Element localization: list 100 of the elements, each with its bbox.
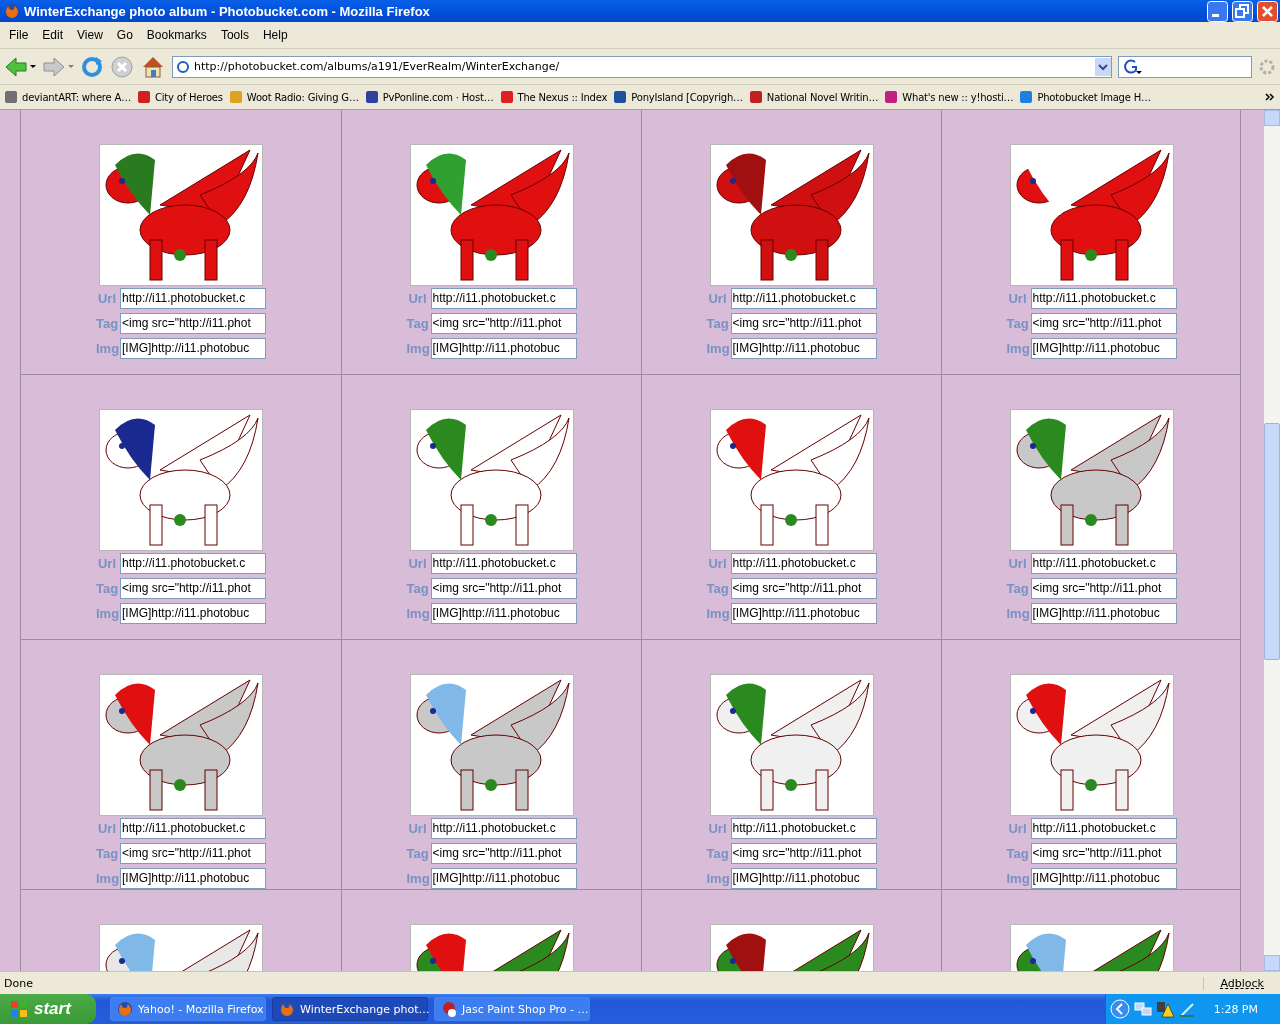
taskbar-button[interactable]: Jasc Paint Shop Pro - … [434,997,590,1021]
code-field[interactable]: <img src="http://i11.phot [120,843,266,864]
bookmark-item[interactable]: Photobucket Image H… [1019,90,1151,104]
address-field[interactable]: http://photobucket.com/albums/a191/EverRealm/WinterExchange/ [172,55,1112,78]
field-label: Img [406,606,427,621]
code-field[interactable]: http://i11.photobucket.c [730,818,877,839]
search-engine-icon[interactable] [1123,58,1143,75]
bookmark-item[interactable]: deviantART: where A… [4,90,131,104]
code-field[interactable]: http://i11.photobucket.c [1030,553,1177,574]
menu-item[interactable]: Tools [213,28,256,42]
menu-item[interactable]: Bookmarks [139,28,214,42]
favicon-icon [613,90,628,104]
menu-item[interactable]: Go [109,28,140,42]
bookmark-item[interactable]: PvPonline.com · Host… [364,90,494,104]
code-field[interactable]: [IMG]http://i11.photobuc [1030,868,1177,889]
favicon-icon [499,90,514,104]
code-field[interactable]: [IMG]http://i11.photobuc [730,603,877,624]
taskbar-button[interactable]: WinterExchange phot… [272,997,428,1021]
code-field[interactable]: <img src="http://i11.phot [120,313,266,334]
field-label: Img [706,606,727,621]
restore-icon[interactable] [1232,0,1253,22]
code-field[interactable]: <img src="http://i11.phot [1030,313,1177,334]
favicon-icon [364,90,379,104]
dropdown-icon[interactable] [1095,57,1111,76]
field-label: Url [96,821,116,836]
field-label: Url [1007,291,1027,306]
bookmark-item[interactable]: Woot Radio: Giving G… [228,90,359,104]
site-icon [176,59,190,74]
field-label: Url [407,821,427,836]
favicon-icon [136,90,151,104]
field-label: Url [707,291,727,306]
field-label: Tag [96,846,116,861]
menu-item[interactable]: View [70,28,110,42]
code-field[interactable]: <img src="http://i11.phot [430,578,577,599]
paint-app-icon [441,1001,457,1017]
code-field[interactable]: <img src="http://i11.phot [1030,578,1177,599]
code-field[interactable]: <img src="http://i11.phot [730,578,877,599]
menu-item[interactable]: File [2,28,36,42]
code-field[interactable]: [IMG]http://i11.photobuc [430,603,577,624]
code-field[interactable]: <img src="http://i11.phot [430,313,577,334]
clock: 1:28 PM [1213,1002,1258,1016]
code-field[interactable]: [IMG]http://i11.photobuc [730,338,877,359]
code-field[interactable]: http://i11.photobucket.c [730,553,877,574]
field-label: Url [96,556,116,571]
code-field[interactable]: <img src="http://i11.phot [730,313,877,334]
tablet-icon[interactable] [1177,1000,1196,1018]
code-field[interactable]: http://i11.photobucket.c [120,288,266,309]
chevron-icon[interactable] [1264,91,1276,103]
field-label: Tag [406,316,427,331]
code-field[interactable]: http://i11.photobucket.c [1030,288,1177,309]
minimize-icon[interactable] [1207,0,1228,22]
code-field[interactable]: http://i11.photobucket.c [120,818,266,839]
code-field[interactable]: <img src="http://i11.phot [730,843,877,864]
favicon-icon [228,90,243,104]
taskbar-button[interactable]: Yahoo! - Mozilla Firefox [110,997,266,1021]
code-field[interactable]: http://i11.photobucket.c [430,288,577,309]
menu-item[interactable]: Edit [35,28,71,42]
bookmark-item[interactable]: PonyIsland [Copyrigh… [613,90,743,104]
favicon-icon [4,90,18,104]
code-field[interactable]: [IMG]http://i11.photobuc [120,338,266,359]
field-label: Url [407,291,427,306]
code-field[interactable]: [IMG]http://i11.photobuc [730,868,877,889]
addon-status[interactable]: Adblock [1203,976,1280,990]
code-field[interactable]: http://i11.photobucket.c [120,553,266,574]
bookmark-item[interactable]: City of Heroes [136,90,223,104]
field-label: Url [96,291,116,306]
code-field[interactable]: <img src="http://i11.phot [430,843,577,864]
close-icon[interactable] [1257,0,1278,22]
bookmark-item[interactable]: What's new :: y!hosti… [884,90,1014,104]
code-field[interactable]: http://i11.photobucket.c [430,553,577,574]
code-field[interactable]: http://i11.photobucket.c [430,818,577,839]
field-label: Tag [96,316,116,331]
code-field[interactable]: [IMG]http://i11.photobuc [1030,603,1177,624]
code-field[interactable]: [IMG]http://i11.photobuc [120,868,266,889]
code-field[interactable]: http://i11.photobucket.c [730,288,877,309]
code-field[interactable]: <img src="http://i11.phot [120,578,266,599]
bookmark-item[interactable]: The Nexus :: Index [499,90,608,104]
field-label: Tag [706,581,727,596]
field-label: Tag [1006,581,1027,596]
reload-icon[interactable] [80,54,104,79]
code-field[interactable]: [IMG]http://i11.photobuc [1030,338,1177,359]
bookmark-item[interactable]: National Novel Writin… [748,90,879,104]
code-field[interactable]: [IMG]http://i11.photobuc [120,603,266,624]
stop-icon[interactable] [110,54,134,79]
field-label: Img [1006,341,1027,356]
scrollbar[interactable] [1264,110,1280,971]
code-field[interactable]: [IMG]http://i11.photobuc [430,868,577,889]
search-field[interactable] [1118,55,1252,78]
field-label: Tag [406,846,427,861]
code-field[interactable]: http://i11.photobucket.c [1030,818,1177,839]
window-title: WinterExchange photo album - Photobucket.com - Mozilla Firefox [24,3,431,19]
code-field[interactable]: <img src="http://i11.phot [1030,843,1177,864]
field-label: Url [1007,556,1027,571]
menu-item[interactable]: Help [255,28,295,42]
field-label: Tag [1006,316,1027,331]
back-arrow-icon[interactable] [4,54,36,79]
expand-tray-icon[interactable] [1109,999,1130,1019]
code-field[interactable]: [IMG]http://i11.photobuc [430,338,577,359]
field-label: Url [707,556,727,571]
warning-icon[interactable] [1155,1000,1174,1018]
